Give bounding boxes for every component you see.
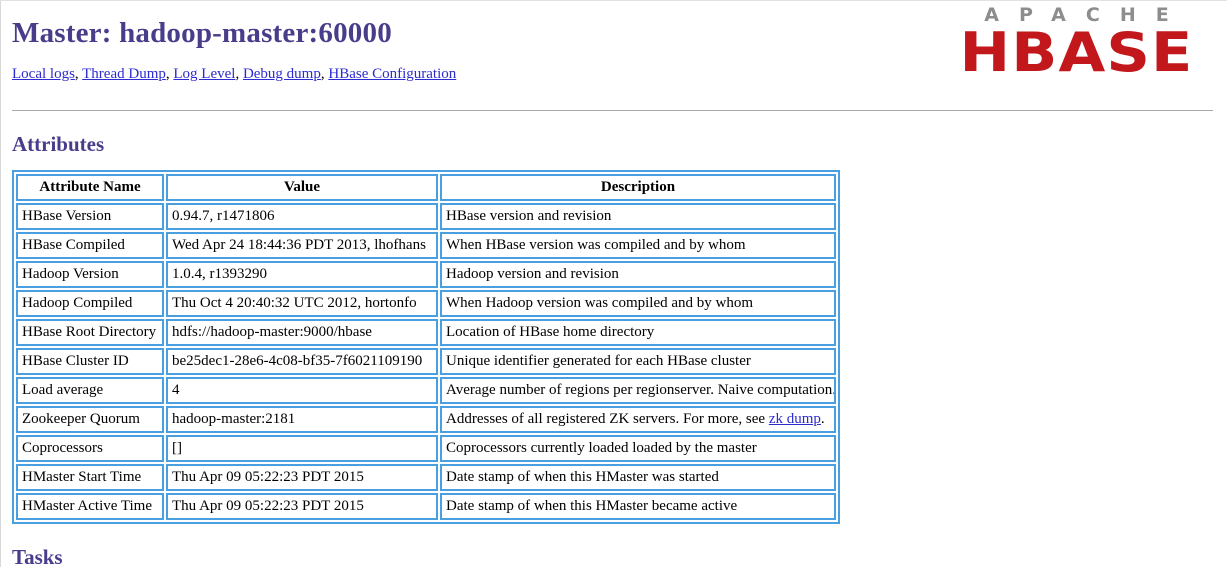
cell-attribute-name: Zookeeper Quorum — [16, 406, 164, 434]
attributes-table-body: HBase Version 0.94.7, r1471806 HBase versi… — [16, 203, 836, 521]
cell-attribute-name: HBase Cluster ID — [16, 348, 164, 376]
cell-attribute-value: Thu Apr 09 05:22:23 PDT 2015 — [166, 493, 438, 521]
cell-attribute-value: 1.0.4, r1393290 — [166, 261, 438, 289]
column-header-attribute-name: Attribute Name — [16, 174, 164, 202]
cell-attribute-name: Load average — [16, 377, 164, 405]
table-row: Load average 4 Average number of regions p… — [16, 377, 836, 405]
cell-attribute-description: Average number of regions per regionserv… — [440, 377, 836, 405]
cell-attribute-description: Coprocessors currently loaded loaded by … — [440, 435, 836, 463]
cell-attribute-name: HBase Compiled — [16, 232, 164, 260]
table-row: HMaster Active Time Thu Apr 09 05:22:23 P… — [16, 493, 836, 521]
cell-attribute-name: Hadoop Compiled — [16, 290, 164, 318]
description-text: . — [820, 411, 825, 428]
cell-attribute-name: HMaster Active Time — [16, 493, 164, 521]
cell-attribute-value: hadoop-master:2181 — [166, 406, 438, 434]
page-header: Master: hadoop-master:60000 Local logs, … — [12, 0, 1227, 100]
attributes-table-wrap: Attribute Name Value Description HBase V… — [12, 156, 1227, 525]
apache-hbase-logo: APACHE HBASE — [934, 6, 1219, 80]
table-row: Coprocessors[] Coprocessors currently loa… — [16, 435, 836, 463]
cell-attribute-value: hdfs://hadoop-master:9000/hbase — [166, 319, 438, 347]
description-text: Addresses of all registered ZK servers. … — [446, 411, 769, 428]
link-zk-dump[interactable]: zk dump — [769, 411, 821, 427]
cell-attribute-name: HBase Version — [16, 203, 164, 231]
cell-attribute-description: Unique identifier generated for each HBa… — [440, 348, 836, 376]
attributes-table-head: Attribute Name Value Description — [16, 174, 836, 202]
link-local-logs[interactable]: Local logs — [12, 66, 75, 82]
tasks-heading: Tasks — [12, 545, 63, 569]
cell-attribute-description: When Hadoop version was compiled and by … — [440, 290, 836, 318]
cell-attribute-description: Hadoop version and revision — [440, 261, 836, 289]
cell-attribute-value: be25dec1-28e6-4c08-bf35-7f6021109190 — [166, 348, 438, 376]
cell-attribute-value: Wed Apr 24 18:44:36 PDT 2013, lhofhans — [166, 232, 438, 260]
table-row: Zookeeper Quorum hadoop-master:2181 Addres… — [16, 406, 836, 434]
nav-separator: , — [235, 65, 243, 82]
cell-attribute-description: Date stamp of when this HMaster was star… — [440, 464, 836, 492]
attributes-heading: Attributes — [12, 132, 105, 156]
cell-attribute-value: 0.94.7, r1471806 — [166, 203, 438, 231]
table-row: Hadoop Compiled Thu Oct 4 20:40:32 UTC 20… — [16, 290, 836, 318]
cell-attribute-name: HMaster Start Time — [16, 464, 164, 492]
table-row: Hadoop Version 1.0.4, r1393290 Hadoop vers… — [16, 261, 836, 289]
page-container: Master: hadoop-master:60000 Local logs, … — [0, 0, 1227, 569]
cell-attribute-value: Thu Oct 4 20:40:32 UTC 2012, hortonfo — [166, 290, 438, 318]
cell-attribute-description: Location of HBase home directory — [440, 319, 836, 347]
cell-attribute-description: Date stamp of when this HMaster became a… — [440, 493, 836, 521]
hbase-wordmark: HBASE — [959, 21, 1194, 84]
link-thread-dump[interactable]: Thread Dump — [82, 66, 166, 82]
table-row: HBase Cluster ID be25dec1-28e6-4c08-bf35-… — [16, 348, 836, 376]
table-row: HBase Compiled Wed Apr 24 18:44:36 PDT 20… — [16, 232, 836, 260]
table-header-row: Attribute Name Value Description — [16, 174, 836, 202]
attributes-table: Attribute Name Value Description HBase V… — [12, 170, 840, 525]
cell-attribute-name: HBase Root Directory — [16, 319, 164, 347]
link-debug-dump[interactable]: Debug dump — [243, 66, 321, 82]
cell-attribute-value: 4 — [166, 377, 438, 405]
table-row: HMaster Start Time Thu Apr 09 05:22:23 PD… — [16, 464, 836, 492]
table-row: HBase Version 0.94.7, r1471806 HBase versi… — [16, 203, 836, 231]
link-log-level[interactable]: Log Level — [173, 66, 235, 82]
link-hbase-configuration[interactable]: HBase Configuration — [328, 66, 456, 82]
table-row: HBase Root Directory hdfs://hadoop-master… — [16, 319, 836, 347]
cell-attribute-value: [] — [166, 435, 438, 463]
cell-attribute-value: Thu Apr 09 05:22:23 PDT 2015 — [166, 464, 438, 492]
cell-attribute-description: HBase version and revision — [440, 203, 836, 231]
cell-attribute-name: Hadoop Version — [16, 261, 164, 289]
cell-attribute-description: Addresses of all registered ZK servers. … — [440, 406, 836, 434]
cell-attribute-description: When HBase version was compiled and by w… — [440, 232, 836, 260]
cell-attribute-name: Coprocessors — [16, 435, 164, 463]
column-header-value: Value — [166, 174, 438, 202]
column-header-description: Description — [440, 174, 836, 202]
